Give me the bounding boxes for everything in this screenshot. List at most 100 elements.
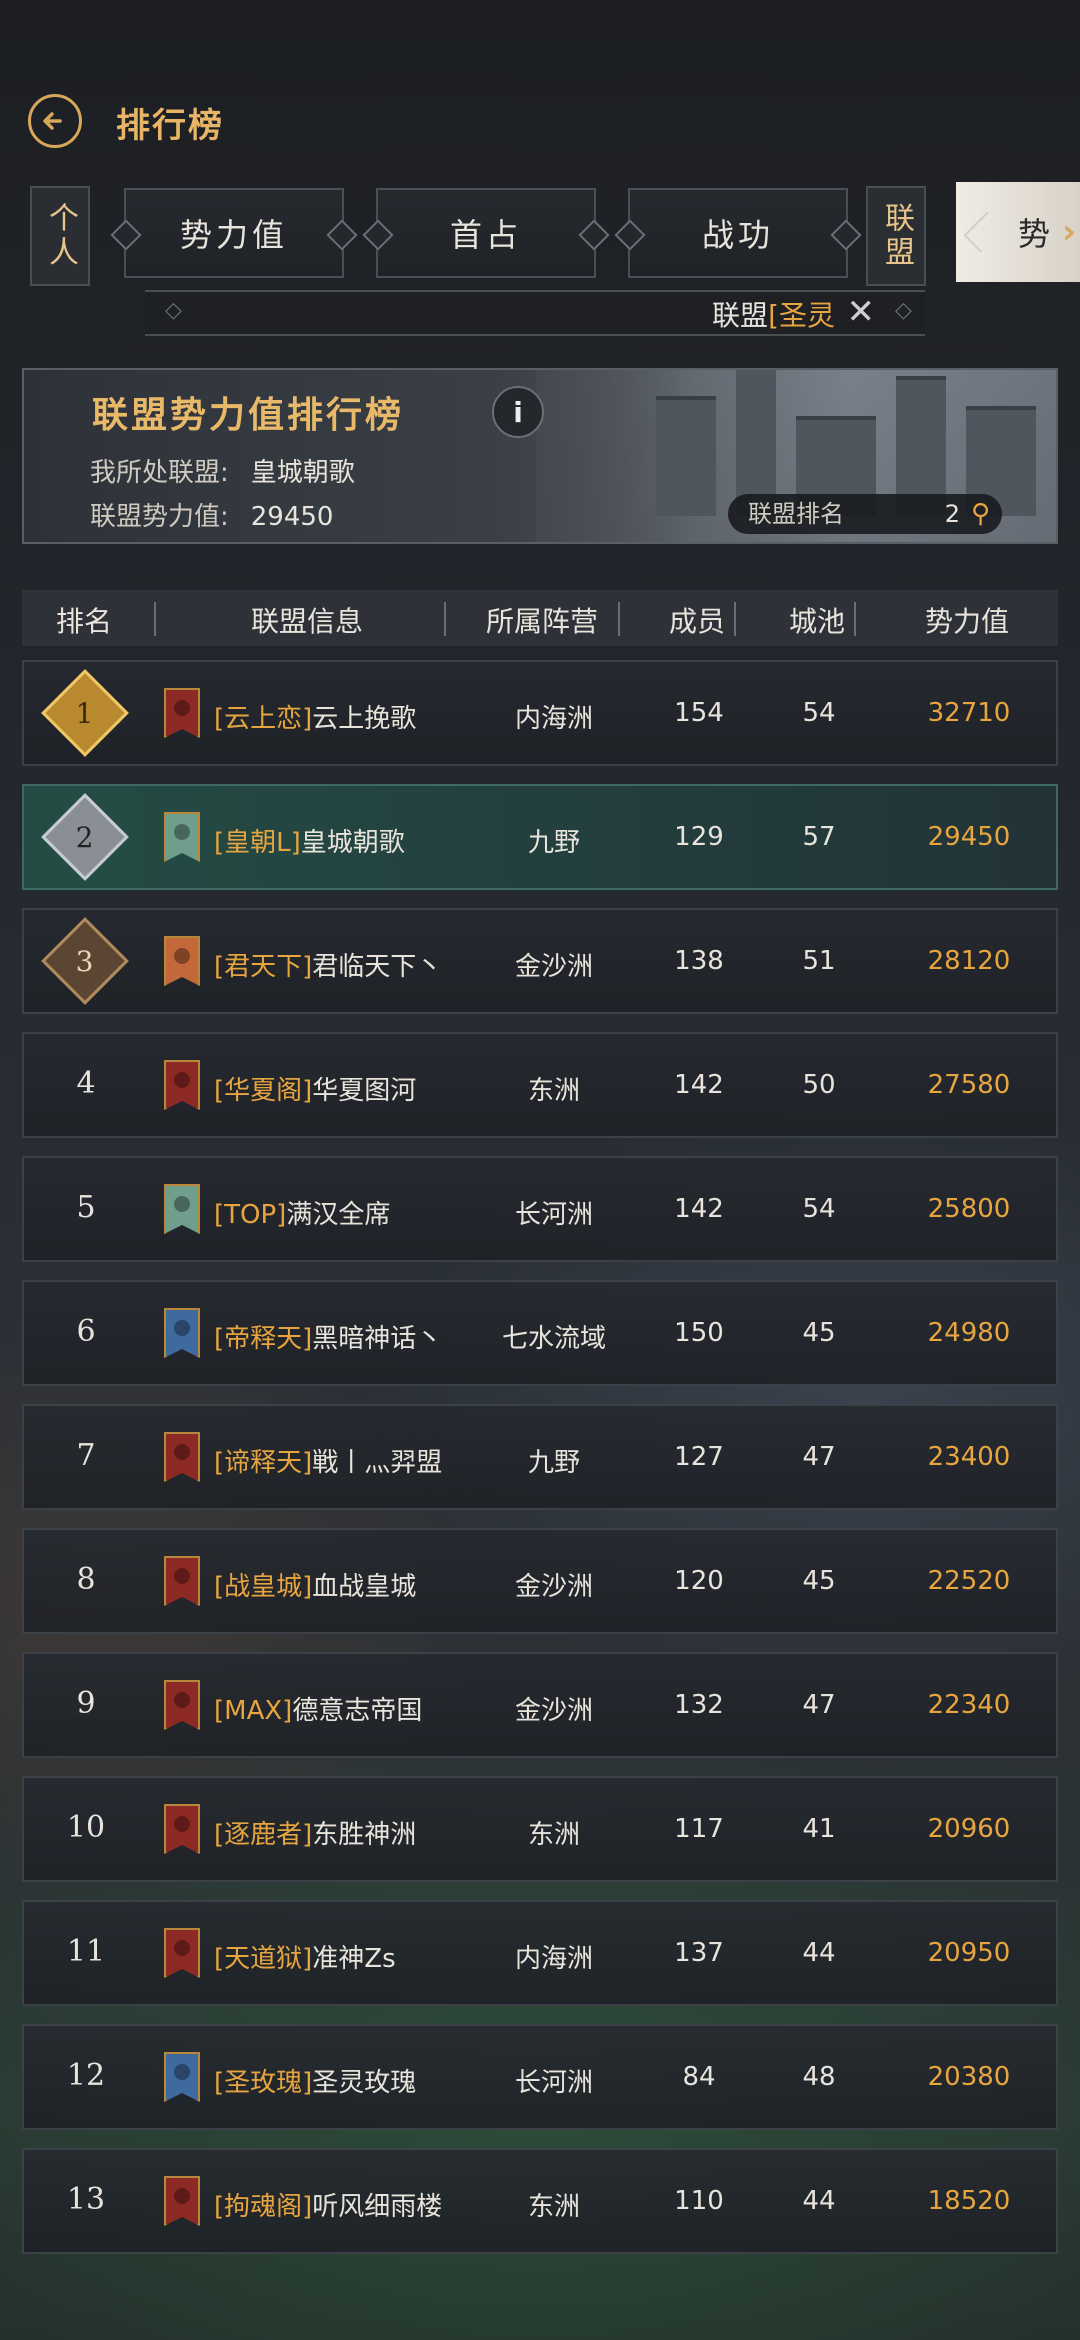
table-row[interactable]: 2 [皇朝L]皇城朝歌 九野 129 57 29450 — [22, 784, 1058, 890]
alliance-banner-icon — [164, 2176, 200, 2226]
alliance-power: 22520 — [927, 1566, 1011, 1596]
tab-group-alliance[interactable]: 联盟 — [866, 186, 926, 286]
search-icon[interactable]: ⚲ — [971, 494, 990, 534]
alliance-members: 110 — [674, 2186, 724, 2216]
alliance-members: 129 — [674, 822, 724, 852]
table-row[interactable]: 1 [云上恋]云上挽歌 内海洲 154 54 32710 — [22, 660, 1058, 766]
alliance-rank-search[interactable]: 联盟排名 2 ⚲ — [728, 494, 1002, 534]
alliance-banner-icon — [164, 1680, 200, 1730]
rank-number: 11 — [66, 1934, 106, 1969]
table-row[interactable]: 4 [华夏阁]华夏图河 东洲 142 50 27580 — [22, 1032, 1058, 1138]
alliance-camp: 内海洲 — [514, 1944, 593, 1974]
column-header-power: 势力值 — [924, 605, 1009, 638]
rank-number: 4 — [76, 1066, 96, 1101]
rank-number: 3 — [76, 944, 94, 978]
info-icon[interactable]: i — [492, 386, 544, 438]
alliance-camp: 东洲 — [527, 1076, 580, 1106]
alliance-banner-icon — [164, 1432, 200, 1482]
alliance-tag: [圣玫瑰] — [214, 2068, 313, 2098]
tab-merit[interactable]: 战功 — [628, 188, 848, 278]
column-header-members: 成员 — [668, 605, 725, 638]
alliance-title: 圣灵玫瑰 — [312, 2068, 417, 2098]
alliance-tag: [皇朝L] — [214, 828, 301, 858]
alliance-power: 25800 — [927, 1194, 1011, 1224]
table-row[interactable]: 5 [TOP]满汉全席 长河洲 142 54 25800 — [22, 1156, 1058, 1262]
tab-alliance-power-label: 势 — [1018, 215, 1051, 253]
rank-number: 7 — [76, 1438, 96, 1473]
alliance-cities: 47 — [802, 1690, 836, 1720]
alliance-camp: 东洲 — [527, 1820, 580, 1850]
alliance-name: [谛释天]戦丨灬羿盟 — [214, 1442, 442, 1479]
alliance-camp: 七水流域 — [501, 1324, 606, 1354]
my-alliance-line: 我所处联盟: 皇城朝歌 — [90, 452, 355, 489]
alliance-cities: 54 — [802, 1194, 836, 1224]
crossed-swords-icon: ✕ — [846, 292, 876, 332]
table-header: 排名 联盟信息 所属阵营 成员 城池 势力值 — [22, 590, 1058, 646]
table-row[interactable]: 13 [拘魂阁]听风细雨楼 东洲 110 44 18520 — [22, 2148, 1058, 2254]
tab-power[interactable]: 势力值 — [124, 188, 344, 278]
alliance-power: 20960 — [927, 1814, 1011, 1844]
alliance-tag: [逐鹿者] — [214, 1820, 313, 1850]
alliance-camp: 九野 — [527, 1448, 580, 1478]
back-button[interactable] — [28, 94, 82, 148]
banner-title: 联盟势力值排行榜 — [92, 395, 405, 436]
alliance-tag: [帝释天] — [214, 1324, 313, 1354]
alliance-title: 戦丨灬羿盟 — [312, 1448, 443, 1478]
alliance-name: [逐鹿者]东胜神洲 — [214, 1814, 416, 1851]
column-header-alliance-info: 联盟信息 — [250, 605, 363, 638]
table-row[interactable]: 12 [圣玫瑰]圣灵玫瑰 长河洲 84 48 20380 — [22, 2024, 1058, 2130]
alliance-name: [圣玫瑰]圣灵玫瑰 — [214, 2062, 416, 2099]
alliance-camp: 九野 — [527, 828, 580, 858]
column-header-cities: 城池 — [788, 605, 845, 638]
alliance-power: 28120 — [927, 946, 1011, 976]
ornament-icon: ◇ — [165, 298, 182, 323]
alliance-name: [皇朝L]皇城朝歌 — [214, 822, 405, 859]
table-row[interactable]: 10 [逐鹿者]东胜神洲 东洲 117 41 20960 — [22, 1776, 1058, 1882]
alliance-tag: [战皇城] — [214, 1572, 313, 1602]
alliance-members: 120 — [674, 1566, 724, 1596]
alliance-marquee-bar: ◇ ◇ 联盟[圣灵 ✕ — [145, 290, 925, 336]
alliance-members: 117 — [674, 1814, 724, 1844]
table-row[interactable]: 3 [君天下]君临天下丶 金沙洲 138 51 28120 — [22, 908, 1058, 1014]
alliance-power: 32710 — [927, 698, 1011, 728]
alliance-power: 22340 — [927, 1690, 1011, 1720]
rank-number: 1 — [76, 696, 94, 730]
alliance-members: 127 — [674, 1442, 724, 1472]
alliance-title: 血战皇城 — [312, 1572, 417, 1602]
rank-number: 8 — [76, 1562, 96, 1597]
tab-first-capture-label: 首占 — [449, 216, 522, 254]
table-row[interactable]: 8 [战皇城]血战皇城 金沙洲 120 45 22520 — [22, 1528, 1058, 1634]
header: 排行榜 — [0, 80, 1080, 160]
table-row[interactable]: 11 [天道狱]准神Zs 内海洲 137 44 20950 — [22, 1900, 1058, 2006]
alliance-name: [君天下]君临天下丶 — [214, 946, 442, 983]
alliance-title: 君临天下丶 — [312, 952, 443, 982]
alliance-tag: [君天下] — [214, 952, 313, 982]
tab-alliance-power-active[interactable]: 势 › — [956, 182, 1080, 282]
alliance-cities: 57 — [802, 822, 836, 852]
alliance-members: 154 — [674, 698, 724, 728]
table-row[interactable]: 7 [谛释天]戦丨灬羿盟 九野 127 47 23400 — [22, 1404, 1058, 1510]
table-row[interactable]: 9 [MAX]德意志帝国 金沙洲 132 47 22340 — [22, 1652, 1058, 1758]
alliance-banner-icon — [164, 2052, 200, 2102]
alliance-camp: 金沙洲 — [514, 952, 593, 982]
alliance-cities: 44 — [802, 1938, 836, 1968]
alliance-tag: [TOP] — [214, 1200, 287, 1230]
column-header-camp: 所属阵营 — [485, 605, 598, 638]
alliance-power: 24980 — [927, 1318, 1011, 1348]
tab-merit-label: 战功 — [701, 216, 774, 254]
alliance-tag: [云上恋] — [214, 704, 313, 734]
alliance-members: 132 — [674, 1690, 724, 1720]
tab-group-personal[interactable]: 个人 — [30, 186, 90, 286]
alliance-power: 27580 — [927, 1070, 1011, 1100]
back-arrow-icon — [43, 112, 62, 130]
chevron-right-icon[interactable]: › — [1062, 212, 1076, 252]
alliance-cities: 51 — [802, 946, 836, 976]
ranking-banner: 联盟势力值排行榜 i 我所处联盟: 皇城朝歌 联盟势力值: 29450 联盟排名 2… — [22, 368, 1058, 544]
tab-group-alliance-label: 联盟 — [879, 202, 914, 270]
table-row[interactable]: 6 [帝释天]黑暗神话丶 七水流域 150 45 24980 — [22, 1280, 1058, 1386]
alliance-title: 华夏图河 — [312, 1076, 417, 1106]
marquee-label: 联盟 — [712, 299, 769, 332]
alliance-banner-icon — [164, 1308, 200, 1358]
tab-first-capture[interactable]: 首占 — [376, 188, 596, 278]
alliance-tag: [天道狱] — [214, 1944, 313, 1974]
